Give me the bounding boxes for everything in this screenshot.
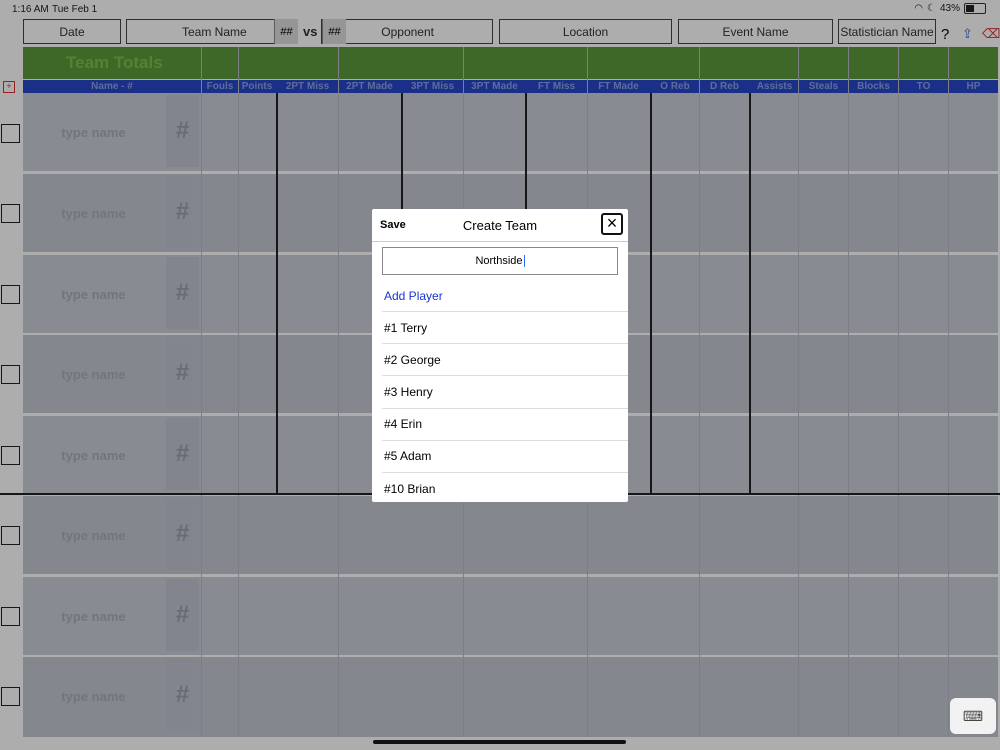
divider (382, 311, 628, 312)
player-list-item[interactable]: #3 Henry (384, 385, 433, 399)
home-indicator[interactable] (373, 740, 626, 744)
player-list-item[interactable]: #1 Terry (384, 321, 427, 335)
create-team-dialog: Save Create Team × Northside Add Player … (372, 209, 628, 502)
dialog-header: Save Create Team × (372, 209, 628, 242)
keyboard-icon[interactable]: ⌨ (950, 698, 996, 734)
add-player-link[interactable]: Add Player (384, 289, 443, 303)
team-name-input[interactable]: Northside (382, 247, 618, 275)
player-list-item[interactable]: #4 Erin (384, 417, 422, 431)
dialog-title: Create Team (462, 218, 538, 233)
divider (382, 375, 628, 376)
divider (382, 408, 628, 409)
player-list-item[interactable]: #10 Brian (384, 482, 435, 496)
divider (382, 440, 628, 441)
player-list-item[interactable]: #2 George (384, 353, 441, 367)
divider (382, 343, 628, 344)
divider (382, 472, 628, 473)
text-caret (523, 255, 525, 267)
close-icon[interactable]: × (601, 213, 623, 235)
player-list-item[interactable]: #5 Adam (384, 449, 431, 463)
team-name-value: Northside (475, 255, 523, 267)
